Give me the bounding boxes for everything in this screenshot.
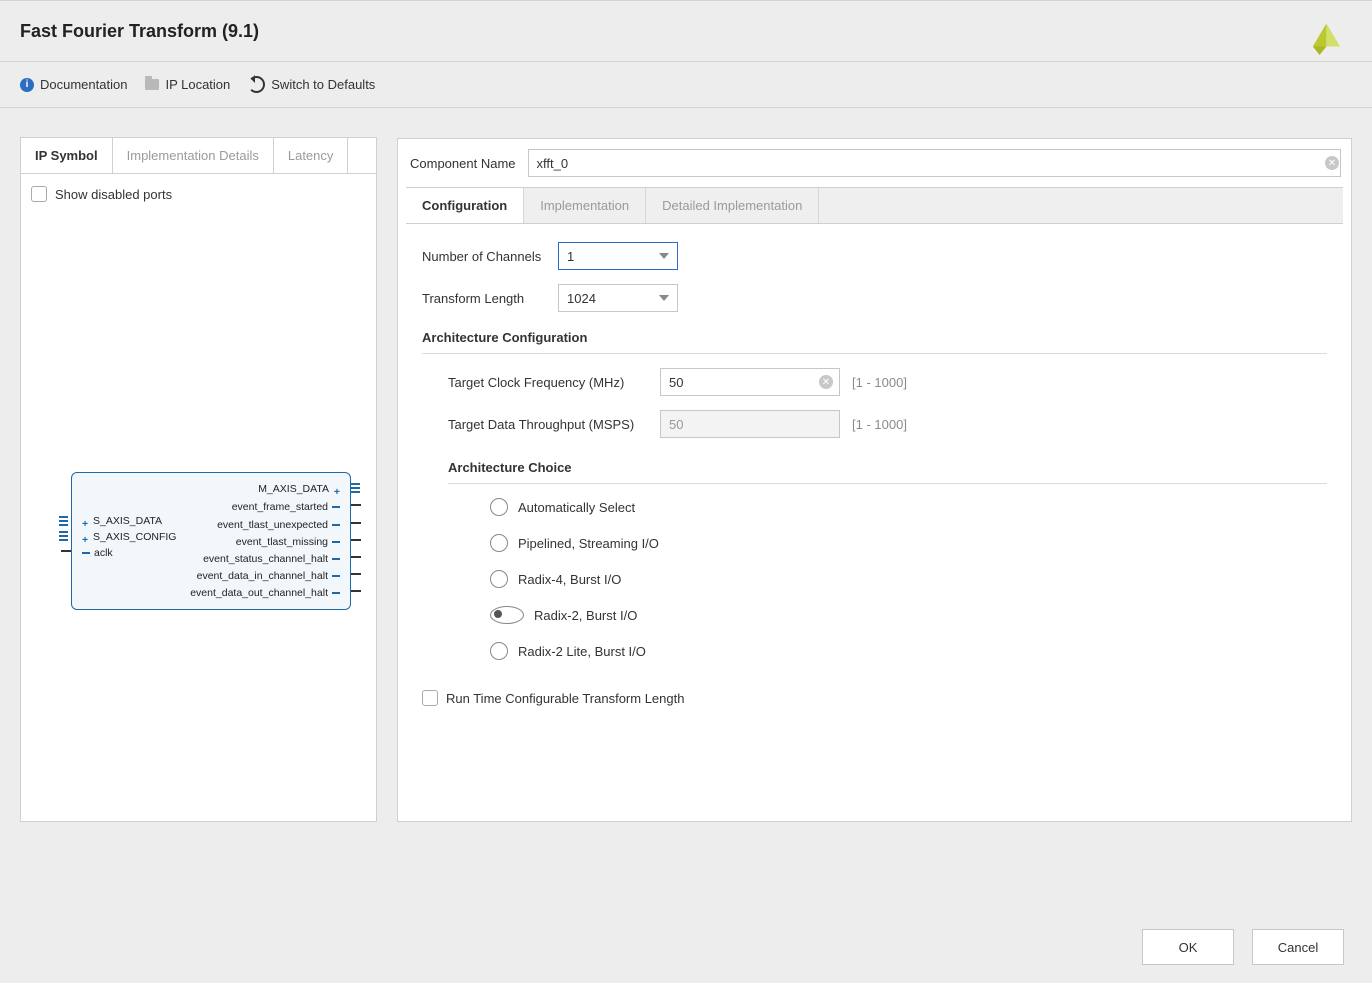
arch-option-auto[interactable]: Automatically Select: [490, 498, 1327, 516]
arch-option-label: Radix-4, Burst I/O: [518, 572, 621, 587]
wire-icon: [351, 522, 361, 524]
wire-icon: [61, 550, 71, 552]
radio-icon: [490, 534, 508, 552]
target-clock-frequency-input[interactable]: 50 ✕: [660, 368, 840, 396]
tab-ip-symbol[interactable]: IP Symbol: [21, 138, 113, 173]
arch-option-label: Automatically Select: [518, 500, 635, 515]
target-data-throughput-label: Target Data Throughput (MSPS): [448, 417, 648, 432]
wire-icon: [351, 590, 361, 592]
ip-location-link[interactable]: IP Location: [145, 77, 230, 92]
target-data-throughput-input: 50: [660, 410, 840, 438]
checkbox-icon: [422, 690, 438, 706]
arch-option-radix4[interactable]: Radix-4, Burst I/O: [490, 570, 1327, 588]
arch-option-label: Radix-2, Burst I/O: [534, 608, 637, 623]
component-name-input[interactable]: [528, 149, 1342, 177]
number-of-channels-value: 1: [567, 249, 574, 264]
show-disabled-ports-checkbox[interactable]: Show disabled ports: [31, 186, 366, 202]
ip-symbol-block: S_AXIS_DATA S_AXIS_CONFIG aclk M_AXIS_DA…: [71, 472, 351, 610]
transform-length-label: Transform Length: [422, 291, 546, 306]
port-m-axis-data: M_AXIS_DATA: [258, 483, 340, 495]
port-event-status-channel-halt: event_status_channel_halt: [203, 553, 340, 565]
chevron-down-icon: [659, 295, 669, 301]
target-clock-frequency-value: 50: [669, 375, 683, 390]
arch-option-radix2lite[interactable]: Radix-2 Lite, Burst I/O: [490, 642, 1327, 660]
wire-icon: [351, 556, 361, 558]
target-clock-frequency-label: Target Clock Frequency (MHz): [448, 375, 648, 390]
vendor-logo: [1306, 21, 1340, 55]
port-event-tlast-unexpected: event_tlast_unexpected: [217, 519, 340, 531]
wire-icon: [351, 573, 361, 575]
target-clock-frequency-range: [1 - 1000]: [852, 375, 907, 390]
page-title: Fast Fourier Transform (9.1): [20, 21, 259, 42]
radio-icon: [490, 642, 508, 660]
switch-defaults-label: Switch to Defaults: [271, 77, 375, 92]
ok-button[interactable]: OK: [1142, 929, 1234, 965]
checkbox-icon: [31, 186, 47, 202]
wire-icon: [351, 504, 361, 506]
target-data-throughput-range: [1 - 1000]: [852, 417, 907, 432]
transform-length-select[interactable]: 1024: [558, 284, 678, 312]
arch-option-label: Radix-2 Lite, Burst I/O: [518, 644, 646, 659]
documentation-label: Documentation: [40, 77, 127, 92]
bus-icon: [59, 530, 68, 542]
radio-icon: [490, 606, 524, 624]
show-disabled-ports-label: Show disabled ports: [55, 187, 172, 202]
tab-detailed-implementation[interactable]: Detailed Implementation: [646, 188, 819, 223]
tab-configuration[interactable]: Configuration: [406, 188, 524, 224]
refresh-icon: [248, 76, 265, 93]
chevron-down-icon: [659, 253, 669, 259]
component-name-label: Component Name: [410, 156, 516, 171]
wire-icon: [351, 539, 361, 541]
port-event-frame-started: event_frame_started: [232, 501, 340, 513]
tab-implementation-details[interactable]: Implementation Details: [113, 138, 274, 173]
radio-icon: [490, 570, 508, 588]
bus-icon: [351, 482, 360, 494]
runtime-configurable-label: Run Time Configurable Transform Length: [446, 691, 684, 706]
ip-location-label: IP Location: [165, 77, 230, 92]
info-icon: i: [20, 78, 34, 92]
port-event-tlast-missing: event_tlast_missing: [236, 536, 340, 548]
transform-length-value: 1024: [567, 291, 596, 306]
target-data-throughput-value: 50: [669, 417, 683, 432]
documentation-link[interactable]: i Documentation: [20, 77, 127, 92]
runtime-configurable-checkbox[interactable]: Run Time Configurable Transform Length: [422, 690, 1327, 706]
bus-icon: [59, 515, 68, 527]
tab-latency[interactable]: Latency: [274, 138, 349, 173]
port-event-data-in-channel-halt: event_data_in_channel_halt: [197, 570, 340, 582]
radio-icon: [490, 498, 508, 516]
port-aclk: aclk: [82, 547, 113, 559]
port-s-axis-data: S_AXIS_DATA: [82, 515, 162, 527]
clear-icon[interactable]: ✕: [819, 375, 833, 389]
port-event-data-out-channel-halt: event_data_out_channel_halt: [190, 587, 340, 599]
arch-option-label: Pipelined, Streaming I/O: [518, 536, 659, 551]
clear-icon[interactable]: ✕: [1325, 156, 1339, 170]
tab-implementation[interactable]: Implementation: [524, 188, 646, 223]
arch-option-radix2[interactable]: Radix-2, Burst I/O: [490, 606, 1327, 624]
number-of-channels-label: Number of Channels: [422, 249, 546, 264]
cancel-button[interactable]: Cancel: [1252, 929, 1344, 965]
port-s-axis-config: S_AXIS_CONFIG: [82, 531, 176, 543]
folder-icon: [145, 79, 159, 90]
switch-defaults-link[interactable]: Switch to Defaults: [248, 76, 375, 93]
architecture-choice-title: Architecture Choice: [448, 460, 1327, 475]
arch-option-pipelined[interactable]: Pipelined, Streaming I/O: [490, 534, 1327, 552]
architecture-configuration-title: Architecture Configuration: [422, 330, 1327, 345]
number-of-channels-select[interactable]: 1: [558, 242, 678, 270]
